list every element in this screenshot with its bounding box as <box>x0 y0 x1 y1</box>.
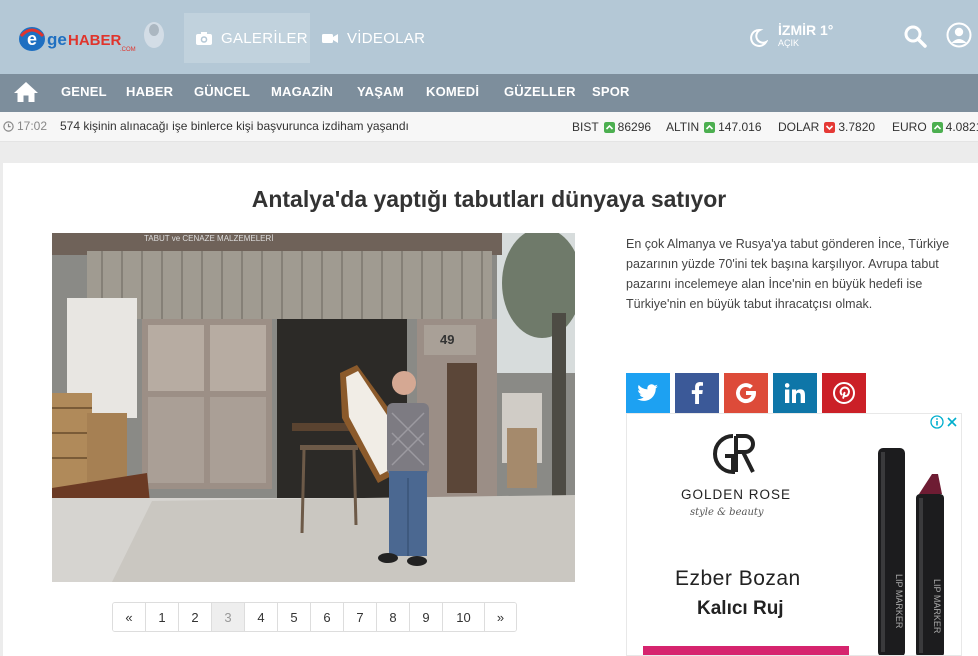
product-label: LIP MARKER <box>894 574 904 629</box>
category-guncel[interactable]: GÜNCEL <box>194 84 250 99</box>
trend-up-icon <box>603 121 615 133</box>
top-header: e ge HABER .COM GALERİLER VİDEOLAR İZMİR… <box>0 0 978 74</box>
gallery-photo[interactable]: TABUT ve CENAZE MALZEMELERİ 49 <box>52 233 575 582</box>
trend-up-icon <box>931 121 943 133</box>
nav-videos[interactable]: VİDEOLAR <box>321 13 441 63</box>
trend-up-icon <box>704 121 716 133</box>
page-4[interactable]: 4 <box>245 603 278 631</box>
page-9[interactable]: 9 <box>410 603 443 631</box>
ad-cta-bar[interactable] <box>643 646 849 655</box>
market-euro-value: 4.0821 <box>945 120 978 134</box>
page-1[interactable]: 1 <box>146 603 179 631</box>
twitter-icon <box>637 384 658 401</box>
ad-headline: Ezber Bozan <box>675 567 801 590</box>
home-icon[interactable] <box>13 80 39 104</box>
page-7[interactable]: 7 <box>344 603 377 631</box>
svg-text:ge: ge <box>47 30 67 49</box>
weather-widget: İZMİR 1° AÇIK <box>748 22 833 48</box>
trend-down-icon <box>824 121 836 133</box>
market-bist: BIST 86296 <box>572 120 651 134</box>
market-altin-value: 147.016 <box>718 120 762 134</box>
ad-tagline: style & beauty <box>690 507 764 518</box>
facebook-icon <box>691 382 703 404</box>
weather-temp: 1° <box>820 22 834 38</box>
market-dolar-name: DOLAR <box>778 120 820 134</box>
golden-rose-logo <box>713 434 755 475</box>
photo-sign-text: TABUT ve CENAZE MALZEMELERİ <box>144 234 274 243</box>
page-prev[interactable]: « <box>113 603 146 631</box>
market-altin-name: ALTIN <box>666 120 700 134</box>
nav-galleries[interactable]: GALERİLER <box>184 13 310 63</box>
page-2[interactable]: 2 <box>179 603 212 631</box>
svg-text:e: e <box>27 29 37 49</box>
category-magazin[interactable]: MAGAZİN <box>271 84 333 99</box>
page-next[interactable]: » <box>485 603 516 631</box>
camera-icon <box>196 32 212 45</box>
weather-city: İZMİR <box>778 22 817 38</box>
moon-icon <box>750 28 768 47</box>
ad-choices[interactable] <box>930 415 959 429</box>
market-bist-value: 86296 <box>617 120 652 134</box>
photo-door-number: 49 <box>440 332 454 347</box>
search-icon[interactable] <box>903 24 927 48</box>
linkedin-icon <box>785 383 805 403</box>
clock-icon <box>3 120 14 132</box>
share-twitter-button[interactable] <box>626 373 670 413</box>
ticker-headline[interactable]: 574 kişinin alınacağı işe binlerce kişi … <box>60 119 409 133</box>
page-8[interactable]: 8 <box>377 603 410 631</box>
category-guzeller[interactable]: GÜZELLER <box>504 84 576 99</box>
page-6[interactable]: 6 <box>311 603 344 631</box>
market-dolar-value: 3.7820 <box>838 120 876 134</box>
category-spor[interactable]: SPOR <box>592 84 630 99</box>
market-altin: ALTIN 147.016 <box>666 120 762 134</box>
share-facebook-button[interactable] <box>675 373 719 413</box>
svg-text:.COM: .COM <box>120 47 136 53</box>
egehaber-logo[interactable]: e ge HABER .COM <box>16 18 168 56</box>
page-3-current[interactable]: 3 <box>212 603 245 631</box>
market-euro: EURO 4.0821 <box>892 120 978 134</box>
ad-subheadline: Kalıcı Ruj <box>697 598 784 619</box>
category-genel[interactable]: GENEL <box>61 84 107 99</box>
category-nav: GENEL HABER GÜNCEL MAGAZİN YAŞAM KOMEDİ … <box>0 74 978 112</box>
market-dolar: DOLAR 3.7820 <box>778 120 875 134</box>
share-pinterest-button[interactable] <box>822 373 866 413</box>
nav-videos-label: VİDEOLAR <box>347 29 426 47</box>
gallery-pagination: « 1 2 3 4 5 6 7 8 9 10 » <box>112 602 517 632</box>
close-icon[interactable] <box>945 415 959 429</box>
info-icon[interactable] <box>930 415 944 429</box>
news-ticker: 17:02 574 kişinin alınacağı işe binlerce… <box>0 112 978 142</box>
pinterest-icon <box>833 382 855 404</box>
ticker-time: 17:02 <box>3 119 47 133</box>
share-linkedin-button[interactable] <box>773 373 817 413</box>
article-summary: En çok Almanya ve Rusya'ya tabut göndere… <box>626 237 950 311</box>
page-5[interactable]: 5 <box>278 603 311 631</box>
category-haber[interactable]: HABER <box>126 84 173 99</box>
weather-condition: AÇIK <box>778 38 800 48</box>
lip-marker-product-image: LIP MARKER LIP MARKER <box>878 448 944 655</box>
product-label-2: LIP MARKER <box>932 579 942 634</box>
market-euro-name: EURO <box>892 120 927 134</box>
article-title: Antalya'da yaptığı tabutları dünyaya sat… <box>251 186 727 212</box>
nav-galleries-label: GALERİLER <box>221 29 308 47</box>
google-icon <box>736 383 757 404</box>
ad-brand-name: GOLDEN ROSE <box>681 487 792 502</box>
share-google-button[interactable] <box>724 373 768 413</box>
category-yasam[interactable]: YAŞAM <box>357 84 404 99</box>
user-account-icon[interactable] <box>946 22 972 48</box>
advertisement[interactable]: GOLDEN ROSE style & beauty Ezber Bozan K… <box>626 413 962 656</box>
video-icon <box>322 34 338 43</box>
svg-text:HABER: HABER <box>68 32 122 49</box>
category-komedi[interactable]: KOMEDİ <box>426 84 479 99</box>
market-bist-name: BIST <box>572 120 599 134</box>
page-10[interactable]: 10 <box>443 603 485 631</box>
ticker-time-text: 17:02 <box>17 119 48 133</box>
